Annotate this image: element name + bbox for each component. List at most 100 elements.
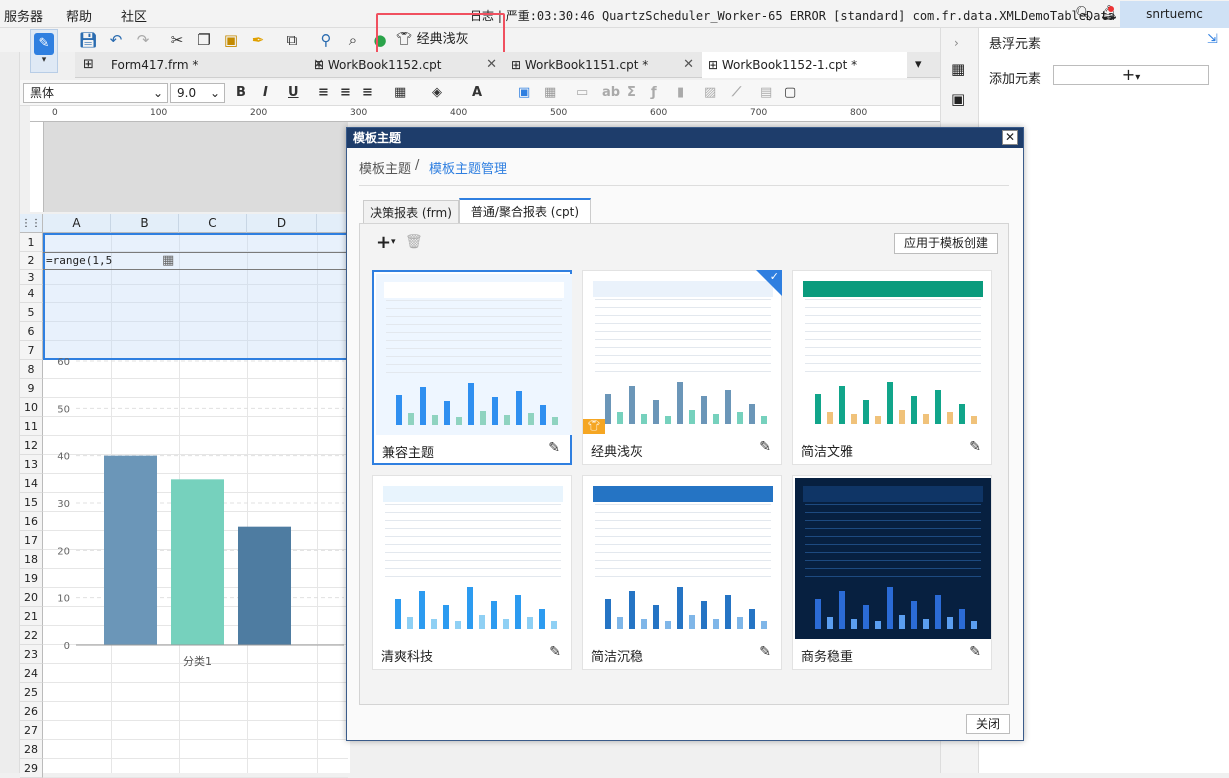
menu-server[interactable]: 服务器 bbox=[4, 6, 43, 25]
cell-attribute-icon[interactable]: ▦ bbox=[951, 60, 965, 78]
column-header[interactable]: C bbox=[179, 214, 247, 233]
align-right-icon[interactable]: ≡ bbox=[362, 85, 373, 100]
tab-form417[interactable]: Form417.frm * ✕ bbox=[105, 52, 330, 78]
apply-template-button[interactable]: 应用于模板创建 bbox=[894, 233, 998, 254]
column-header[interactable]: D bbox=[247, 214, 317, 233]
column-header-e[interactable] bbox=[317, 214, 348, 233]
underline-button[interactable]: U bbox=[288, 85, 299, 100]
redo-icon[interactable]: ↷ bbox=[133, 30, 153, 50]
row-header[interactable]: 12 bbox=[20, 436, 43, 455]
edit-icon[interactable]: ✎ bbox=[969, 644, 981, 660]
select-all-corner[interactable]: ⋮⋮ bbox=[20, 214, 43, 233]
tab-frm[interactable]: 决策报表 (frm) bbox=[363, 200, 459, 224]
insert-chart-icon[interactable]: ▮ bbox=[677, 85, 684, 100]
edit-icon[interactable]: ✎ bbox=[759, 644, 771, 660]
row-header[interactable]: 3 bbox=[20, 270, 43, 285]
edit-icon[interactable]: ✎ bbox=[969, 439, 981, 455]
align-left-icon[interactable]: ≡ bbox=[318, 85, 329, 100]
insert-ab-icon[interactable]: ab bbox=[602, 85, 620, 100]
chart-bar[interactable] bbox=[238, 526, 291, 645]
add-theme-icon[interactable]: + bbox=[376, 232, 391, 253]
align-center-icon[interactable]: ≡ bbox=[340, 85, 351, 100]
widget-setting-icon[interactable]: ▣ bbox=[951, 90, 965, 108]
insert-text-icon[interactable]: ▭ bbox=[576, 85, 588, 100]
function-icon[interactable]: ƒ bbox=[651, 85, 657, 100]
row-header[interactable]: 29 bbox=[20, 759, 43, 778]
cell-a2[interactable]: =range(1,5 bbox=[46, 254, 112, 267]
search-icon[interactable]: 🔍︎ bbox=[1075, 6, 1093, 22]
edit-icon[interactable]: ✎ bbox=[549, 644, 561, 660]
row-header[interactable]: 7 bbox=[20, 341, 43, 360]
chart-bar[interactable] bbox=[171, 479, 224, 645]
row-header[interactable]: 4 bbox=[20, 285, 43, 303]
italic-button[interactable]: I bbox=[263, 85, 268, 100]
merge-icon[interactable]: ▣ bbox=[518, 85, 530, 100]
border-icon[interactable]: ▦ bbox=[394, 85, 406, 100]
row-header[interactable]: 27 bbox=[20, 721, 43, 740]
font-size-select[interactable]: 9.0 ⌄ bbox=[170, 83, 225, 103]
row-header[interactable]: 8 bbox=[20, 360, 43, 379]
add-element-button[interactable]: +▾ bbox=[1053, 65, 1209, 85]
sub-report-icon[interactable]: ▤ bbox=[760, 85, 772, 100]
row-header[interactable]: 16 bbox=[20, 512, 43, 531]
breadcrumb-root[interactable]: 模板主题 bbox=[359, 158, 411, 177]
grid-icon[interactable]: ⊞ bbox=[83, 57, 94, 72]
row-header[interactable]: 23 bbox=[20, 645, 43, 664]
font-color-icon[interactable]: A bbox=[472, 85, 482, 100]
chevron-right-icon[interactable]: › bbox=[954, 36, 959, 50]
row-header[interactable]: 21 bbox=[20, 607, 43, 626]
row-header[interactable]: 10 bbox=[20, 398, 43, 417]
tab-workbook1152-1[interactable]: ⊞ WorkBook1152-1.cpt * bbox=[702, 52, 907, 78]
copy-icon[interactable]: ❐ bbox=[194, 30, 214, 50]
row-header[interactable]: 15 bbox=[20, 493, 43, 512]
tab-menu-icon[interactable]: ▾ bbox=[915, 57, 922, 72]
row-header[interactable]: 2 bbox=[20, 252, 43, 270]
user-name[interactable]: snrtuemc bbox=[1120, 1, 1229, 28]
column-header[interactable]: B bbox=[111, 214, 179, 233]
row-header[interactable]: 14 bbox=[20, 474, 43, 493]
row-header[interactable]: 19 bbox=[20, 569, 43, 588]
formula-icon[interactable]: Σ bbox=[627, 85, 636, 100]
row-header[interactable]: 1 bbox=[20, 233, 43, 252]
edit-icon[interactable]: ✎ bbox=[759, 439, 771, 455]
row-header[interactable]: 11 bbox=[20, 417, 43, 436]
search-replace-icon[interactable]: ⌕ bbox=[343, 30, 363, 50]
row-header[interactable]: 5 bbox=[20, 303, 43, 322]
bar-chart[interactable]: 0 10 20 30 40 50 60 分类1 bbox=[44, 355, 348, 675]
menu-help[interactable]: 帮助 bbox=[66, 6, 92, 25]
theme-card[interactable]: ✓ 👕︎ 经典浅灰 ✎ bbox=[582, 270, 782, 465]
row-header[interactable]: 13 bbox=[20, 455, 43, 474]
row-header[interactable]: 28 bbox=[20, 740, 43, 759]
tab-workbook1152[interactable]: ⊞ WorkBook1152.cpt ✕ bbox=[308, 52, 503, 78]
preview-icon[interactable]: ⧉ bbox=[282, 30, 302, 50]
column-header[interactable]: A bbox=[43, 214, 111, 233]
slash-icon[interactable]: ⟋ bbox=[732, 85, 741, 100]
row-header[interactable]: 20 bbox=[20, 588, 43, 607]
format-brush-icon[interactable]: ✒ bbox=[248, 30, 268, 50]
dialog-close-button[interactable]: 关闭 bbox=[966, 714, 1010, 734]
save-icon[interactable]: 💾︎ bbox=[78, 30, 98, 50]
theme-card[interactable]: 商务稳重 ✎ bbox=[792, 475, 992, 670]
dialog-close-icon[interactable]: ✕ bbox=[1002, 130, 1018, 145]
delete-icon[interactable]: 🗑︎ bbox=[405, 234, 423, 250]
cut-icon[interactable]: ✂ bbox=[167, 30, 187, 50]
paste-icon[interactable]: ▣ bbox=[221, 30, 241, 50]
row-header[interactable]: 22 bbox=[20, 626, 43, 645]
row-header[interactable]: 25 bbox=[20, 683, 43, 702]
chevron-down-icon[interactable]: ▾ bbox=[391, 237, 396, 247]
table-icon[interactable]: ▦ bbox=[544, 85, 556, 100]
fill-color-icon[interactable]: ◈ bbox=[432, 85, 442, 100]
row-header[interactable]: 9 bbox=[20, 379, 43, 398]
chart-bar[interactable] bbox=[104, 455, 157, 645]
tab-cpt[interactable]: 普通/聚合报表 (cpt) bbox=[459, 198, 591, 224]
undo-icon[interactable]: ↶ bbox=[106, 30, 126, 50]
theme-card[interactable]: 简洁沉稳 ✎ bbox=[582, 475, 782, 670]
theme-card[interactable]: 兼容主题 ✎ bbox=[372, 270, 572, 465]
row-header[interactable]: 26 bbox=[20, 702, 43, 721]
collapse-icon[interactable]: ⇲ bbox=[1207, 32, 1218, 47]
insert-image-icon[interactable]: ▨ bbox=[704, 85, 716, 100]
row-header[interactable]: 6 bbox=[20, 322, 43, 341]
row-header[interactable]: 17 bbox=[20, 531, 43, 550]
close-icon[interactable]: ✕ bbox=[683, 52, 694, 78]
tab-workbook1151[interactable]: ⊞ WorkBook1151.cpt * ✕ bbox=[505, 52, 700, 78]
